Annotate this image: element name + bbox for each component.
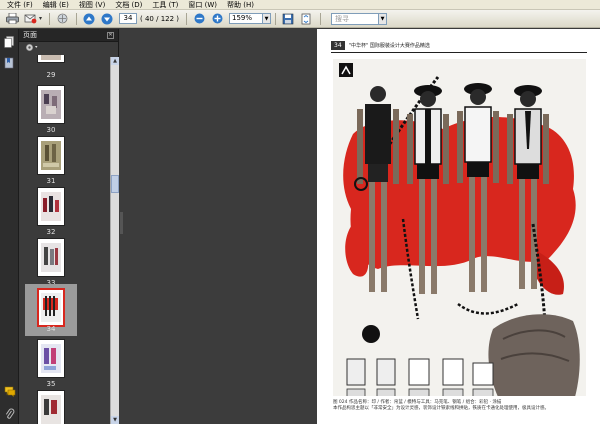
zoom-level-input[interactable]: 159% <box>229 13 264 24</box>
comments-icon[interactable] <box>3 385 16 398</box>
search-dropdown-icon[interactable]: ▼ <box>379 12 388 25</box>
thumbnail-label: 29 <box>46 71 56 79</box>
thumbnail-list: 29 30 31 32 33 34 35 <box>19 55 108 424</box>
menu-bar: 文件 (F) 编辑 (E) 视图 (V) 文档 (D) 工具 (T) 窗口 (W… <box>0 0 600 10</box>
menu-edit[interactable]: 编辑 (E) <box>38 0 74 10</box>
options-gear-icon[interactable] <box>25 43 39 55</box>
pages-panel-header: 页面 ✕ <box>19 29 118 42</box>
page-thumbnail-32[interactable] <box>37 187 65 226</box>
toolbar-separator <box>186 12 188 25</box>
toolbar-separator <box>76 12 78 25</box>
menu-document[interactable]: 文档 (D) <box>110 0 147 10</box>
collaborate-icon[interactable] <box>54 12 70 26</box>
fashion-illustration <box>333 59 586 424</box>
menu-file[interactable]: 文件 (F) <box>2 0 38 10</box>
menu-window[interactable]: 窗口 (W) <box>183 0 222 10</box>
panel-close-icon[interactable]: ✕ <box>107 31 114 39</box>
thumbnail-label: 34 <box>46 325 56 333</box>
page-thumbnail-36[interactable] <box>37 390 65 424</box>
page-thumbnail-30[interactable] <box>37 85 65 124</box>
attachment-icon[interactable] <box>3 407 16 420</box>
page-header: 34 "中华杯" 国际服装设计大赛作品精选 <box>331 41 430 50</box>
panel-options <box>19 42 118 55</box>
page-thumbnail-34[interactable] <box>37 288 65 327</box>
pages-panel-title: 页面 <box>23 31 37 39</box>
thumbnail-label: 32 <box>46 228 56 236</box>
pages-panel-icon[interactable] <box>3 35 16 48</box>
fit-page-icon[interactable] <box>298 12 314 26</box>
page-thumbnail-31[interactable] <box>37 136 65 175</box>
save-icon[interactable] <box>280 12 296 26</box>
zoom-in-icon[interactable] <box>209 12 225 26</box>
scroll-up-icon[interactable]: ▲ <box>111 57 119 65</box>
toolbar: ▾ 34 ( 40 / 122 ) 159% ▼ 搜寻 ▼ <box>0 10 600 28</box>
caption-line-2: 本作品构思主题以「非常安全」为设计灵感，装饰设计铁索线和拼贴，铁质在卡通化处理使… <box>333 406 549 411</box>
menu-help[interactable]: 帮助 (H) <box>222 0 259 10</box>
page-number-badge: 34 <box>331 41 345 50</box>
email-icon[interactable] <box>22 12 38 26</box>
email-dropdown-icon[interactable]: ▾ <box>39 15 42 22</box>
toolbar-separator <box>275 12 277 25</box>
menu-tools[interactable]: 工具 (T) <box>147 0 183 10</box>
zoom-dropdown-icon[interactable]: ▼ <box>263 13 272 24</box>
pages-panel: 页面 ✕ 29 30 31 32 33 34 35 <box>19 29 119 424</box>
thumbnail-label: 31 <box>46 177 56 185</box>
page-running-title: "中华杯" 国际服装设计大赛作品精选 <box>348 43 430 49</box>
toolbar-separator <box>320 12 322 25</box>
navigation-strip <box>0 29 19 424</box>
thumbnail-label: 30 <box>46 126 56 134</box>
page-thumbnail-29[interactable] <box>37 55 65 63</box>
figure-caption: 图 024 作品名称：印 / 作者：帛蓝 / 模特与工具：马克笔、钢笔 / 组合… <box>333 400 588 412</box>
page-number-input[interactable]: 34 <box>119 13 138 24</box>
page-thumbnail-33[interactable] <box>37 238 65 277</box>
print-icon[interactable] <box>4 12 20 26</box>
thumbnail-label: 35 <box>46 380 56 388</box>
page-count-label: ( 40 / 122 ) <box>140 14 180 23</box>
menu-view[interactable]: 视图 (V) <box>74 0 110 10</box>
document-page: 34 "中华杯" 国际服装设计大赛作品精选 图 024 作品名称：印 / 作者：… <box>317 29 600 424</box>
next-page-icon[interactable] <box>99 12 115 26</box>
scroll-down-icon[interactable]: ▼ <box>111 416 119 424</box>
zoom-out-icon[interactable] <box>191 12 207 26</box>
previous-page-icon[interactable] <box>81 12 97 26</box>
toolbar-separator <box>49 12 51 25</box>
header-rule <box>331 52 587 53</box>
bookmarks-icon[interactable] <box>3 56 16 69</box>
thumbnail-scrollbar[interactable]: ▲ ▼ <box>110 57 119 424</box>
panel-splitter-handle[interactable] <box>120 212 123 234</box>
search-input[interactable]: 搜寻 <box>331 12 380 25</box>
scrollbar-thumb[interactable] <box>111 175 119 193</box>
page-thumbnail-35[interactable] <box>37 339 65 378</box>
